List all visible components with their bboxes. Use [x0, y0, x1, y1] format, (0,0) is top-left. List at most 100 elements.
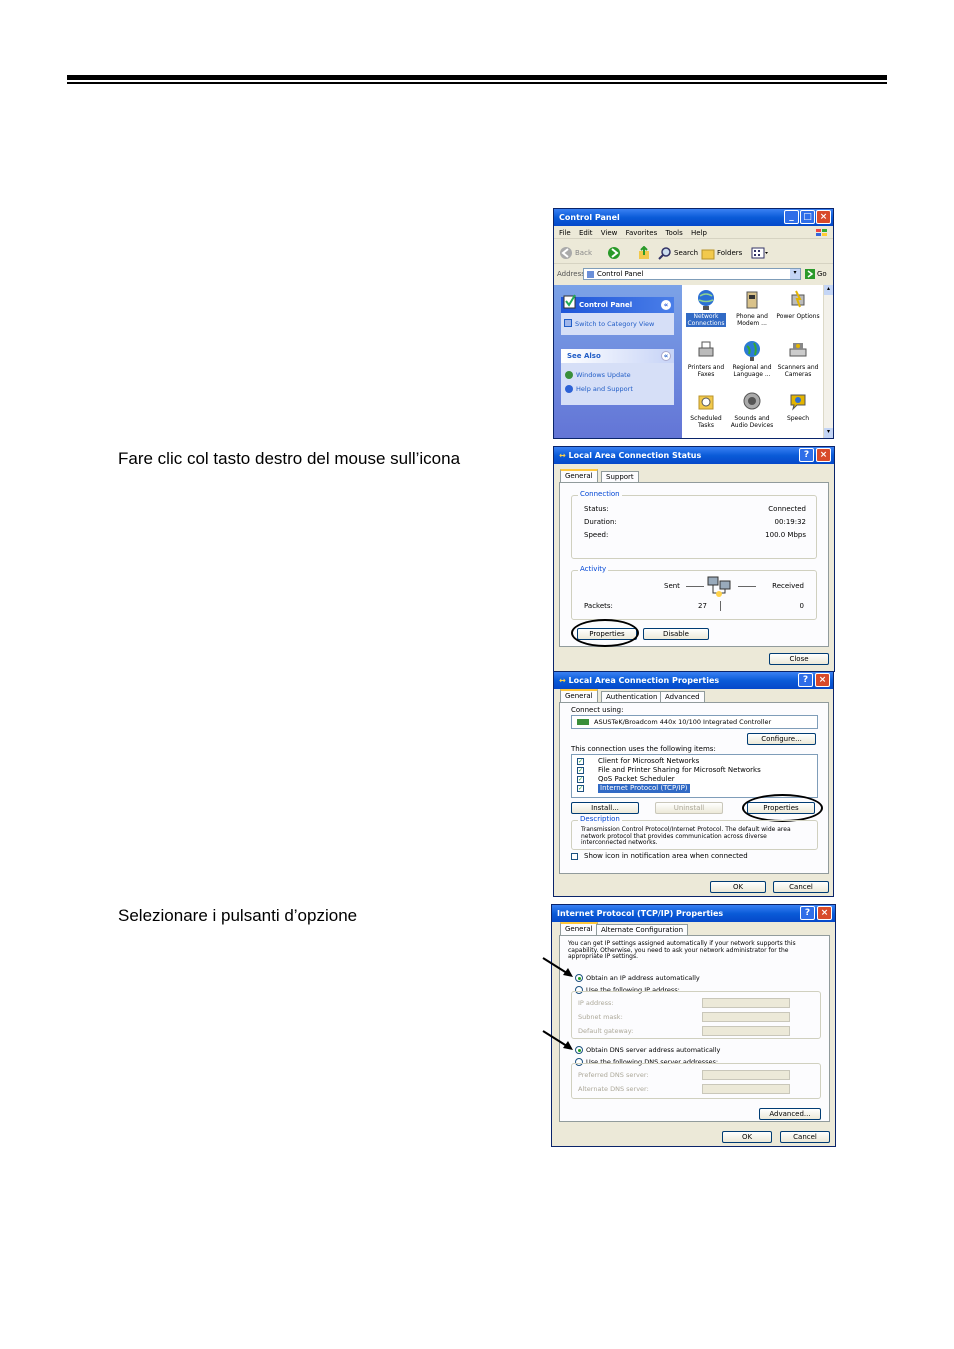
subnet-mask-label: Subnet mask: [578, 1013, 623, 1021]
alternate-dns-field[interactable] [702, 1084, 790, 1094]
item-file-sharing[interactable]: File and Printer Sharing for Microsoft N… [598, 766, 761, 775]
icon-power-options[interactable]: Power Options [775, 289, 821, 335]
address-dropdown-icon[interactable]: ▾ [790, 269, 800, 279]
help-icon[interactable]: ? [800, 906, 815, 920]
tab-authentication[interactable]: Authentication [601, 691, 663, 702]
minimize-icon[interactable]: _ [784, 210, 799, 224]
item-checkbox[interactable]: ✓ [577, 785, 584, 792]
menu-tools[interactable]: Tools [665, 229, 682, 237]
printer-icon [698, 341, 714, 357]
help-support-link[interactable]: Help and Support [576, 385, 633, 393]
icon-label: Regional and Language ... [732, 364, 772, 378]
icon-label: Phone and Modem ... [736, 313, 768, 327]
search-label[interactable]: Search [674, 249, 698, 257]
auto-ip-label[interactable]: Obtain an IP address automatically [586, 974, 700, 983]
tab-support[interactable]: Support [601, 471, 639, 482]
tab-advanced[interactable]: Advanced [660, 691, 705, 702]
default-gateway-field[interactable] [702, 1026, 790, 1036]
windows-update-link[interactable]: Windows Update [576, 371, 631, 379]
menu-edit[interactable]: Edit [579, 229, 593, 237]
speaker-icon [743, 392, 761, 410]
close-icon[interactable]: × [816, 448, 831, 462]
sent-label: Sent [664, 582, 680, 590]
go-label[interactable]: Go [817, 270, 827, 278]
icon-speech[interactable]: Speech [775, 391, 821, 437]
subnet-mask-field[interactable] [702, 1012, 790, 1022]
tab-general[interactable]: General [560, 469, 598, 482]
connection-group: Connection Status: Connected Duration: 0… [571, 490, 817, 559]
icon-scheduled-tasks[interactable]: Scheduled Tasks [686, 391, 726, 437]
highlight-circle [571, 619, 639, 647]
views-icon[interactable] [751, 246, 769, 260]
close-button[interactable]: Close [769, 653, 829, 665]
icon-printers-faxes[interactable]: Printers and Faxes [686, 340, 726, 386]
power-icon [791, 290, 805, 308]
cancel-button[interactable]: Cancel [773, 881, 829, 893]
see-also-title: See Also [567, 352, 601, 360]
advanced-button[interactable]: Advanced... [759, 1108, 821, 1120]
items-label: This connection uses the following items… [571, 745, 716, 753]
duration-label: Duration: [584, 518, 617, 526]
tab-general[interactable]: General [560, 922, 598, 935]
go-arrow-icon[interactable] [805, 269, 815, 279]
menu-file[interactable]: File [559, 229, 571, 237]
address-input[interactable]: Control Panel ▾ [583, 268, 801, 280]
adapter-name: ASUSTeK/Broadcom 440x 10/100 Integrated … [594, 718, 772, 726]
install-button[interactable]: Install... [571, 802, 639, 814]
maximize-icon[interactable]: □ [800, 210, 815, 224]
search-icon[interactable] [658, 246, 672, 260]
items-list: ✓ Client for Microsoft Networks ✓ File a… [571, 754, 818, 798]
disable-button[interactable]: Disable [643, 628, 709, 640]
ip-address-field[interactable] [702, 998, 790, 1008]
forward-icon[interactable] [607, 246, 621, 260]
item-client[interactable]: Client for Microsoft Networks [598, 757, 699, 766]
collapse-icon[interactable]: « [661, 300, 671, 310]
back-label[interactable]: Back [575, 249, 592, 257]
auto-ip-radio[interactable] [575, 974, 583, 982]
close-icon[interactable]: × [817, 906, 832, 920]
scroll-down-icon[interactable]: ▾ [824, 428, 833, 438]
control-panel-window: Control Panel _ □ × File Edit View Favor… [553, 208, 834, 439]
ok-button[interactable]: OK [710, 881, 766, 893]
item-tcpip[interactable]: Internet Protocol (TCP/IP) [598, 784, 690, 793]
network-card-icon [577, 719, 589, 725]
tab-alternate-configuration[interactable]: Alternate Configuration [596, 924, 689, 935]
cancel-button[interactable]: Cancel [780, 1131, 830, 1143]
ok-button[interactable]: OK [722, 1131, 772, 1143]
item-checkbox[interactable]: ✓ [577, 758, 584, 765]
switch-category-link[interactable]: Switch to Category View [575, 320, 654, 328]
item-checkbox[interactable]: ✓ [577, 776, 584, 783]
alternate-dns-label: Alternate DNS server: [578, 1085, 649, 1093]
close-icon[interactable]: × [815, 673, 830, 687]
close-icon[interactable]: × [816, 210, 831, 224]
folders-icon[interactable] [701, 246, 715, 260]
back-icon[interactable] [559, 246, 573, 260]
icon-regional-language[interactable]: Regional and Language ... [730, 340, 774, 386]
toolbar: Back Search Folders [554, 242, 833, 264]
help-icon[interactable]: ? [799, 448, 814, 462]
configure-button[interactable]: Configure... [747, 733, 816, 745]
icon-scanners-cameras[interactable]: Scanners and Cameras [775, 340, 821, 386]
up-folder-icon[interactable] [638, 246, 650, 260]
menu-help[interactable]: Help [691, 229, 707, 237]
uninstall-button[interactable]: Uninstall [655, 802, 723, 814]
auto-dns-label[interactable]: Obtain DNS server address automatically [586, 1046, 720, 1055]
preferred-dns-field[interactable] [702, 1070, 790, 1080]
icon-phone-modem[interactable]: Phone and Modem ... [732, 289, 772, 335]
scrollbar[interactable]: ▴ ▾ [823, 285, 833, 438]
description-group: Description Transmission Control Protoco… [571, 815, 818, 850]
menu-view[interactable]: View [601, 229, 618, 237]
item-qos[interactable]: QoS Packet Scheduler [598, 775, 675, 784]
item-checkbox[interactable]: ✓ [577, 767, 584, 774]
show-icon-checkbox[interactable] [571, 853, 578, 860]
help-icon[interactable]: ? [798, 673, 813, 687]
tab-general[interactable]: General [560, 689, 598, 702]
menu-favorites[interactable]: Favorites [626, 229, 658, 237]
address-value: Control Panel [597, 270, 644, 278]
collapse-icon[interactable]: « [661, 351, 671, 361]
icon-sounds-audio[interactable]: Sounds and Audio Devices [730, 391, 774, 437]
icon-network-connections[interactable]: Network Connections [686, 289, 726, 335]
auto-dns-radio[interactable] [575, 1046, 583, 1054]
folders-label[interactable]: Folders [717, 249, 742, 257]
scroll-up-icon[interactable]: ▴ [824, 285, 833, 295]
